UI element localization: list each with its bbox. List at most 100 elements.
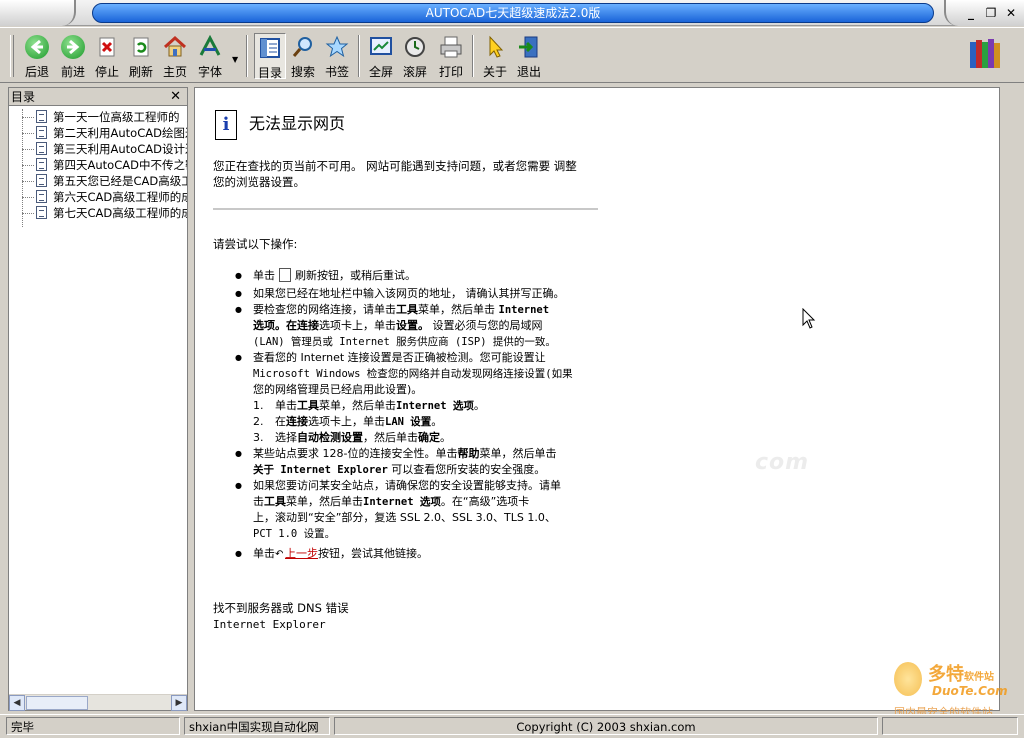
text: 选项卡上，单击 bbox=[308, 415, 385, 428]
toolbar-separator bbox=[472, 35, 474, 77]
stop-button[interactable]: 停止 bbox=[92, 33, 122, 79]
home-label: 主页 bbox=[162, 65, 187, 79]
contents-label: 目录 bbox=[257, 66, 282, 80]
forward-arrow-icon bbox=[61, 35, 85, 59]
list-item: 查看您的 Internet 连接设置是否正确被检测。您可能设置让 Microso… bbox=[235, 350, 605, 398]
intro-line: 您的浏览器设置。 bbox=[213, 175, 305, 189]
error-type: 找不到服务器或 DNS 错误 bbox=[213, 601, 349, 615]
contents-horizontal-scrollbar[interactable]: ◀ ▶ bbox=[9, 694, 187, 711]
browser-name: Internet Explorer bbox=[213, 618, 326, 631]
font-dropdown-chevron-icon[interactable]: ▼ bbox=[232, 55, 238, 64]
toolbar-grip[interactable] bbox=[10, 35, 14, 77]
contents-pane-close-button[interactable]: ✕ bbox=[170, 88, 181, 106]
tree-item-day3[interactable]: 第三天利用AutoCAD设计过 bbox=[9, 141, 187, 157]
text: 击 bbox=[253, 495, 264, 508]
back-button[interactable]: 后退 bbox=[20, 33, 54, 79]
watermark-url: DuoTe.Com bbox=[932, 684, 1008, 698]
contents-tree: 第一天一位高级工程师的 第二天利用AutoCAD绘图过 第三天利用AutoCAD… bbox=[9, 106, 187, 227]
text: Internet 选项 bbox=[363, 496, 441, 508]
stop-icon bbox=[95, 35, 119, 59]
text: 。 bbox=[440, 431, 451, 444]
fullscreen-button[interactable]: 全屏 bbox=[366, 33, 396, 79]
back-link[interactable]: 上一步 bbox=[285, 547, 318, 560]
text: 帮助 bbox=[457, 447, 480, 460]
books-logo-icon bbox=[968, 36, 1002, 70]
tree-item-day2[interactable]: 第二天利用AutoCAD绘图过 bbox=[9, 125, 187, 141]
suggestion-list: 单击 刷新按钮，或稍后重试。 如果您已经在地址栏中输入该网页的地址， 请确认其拼写… bbox=[235, 268, 605, 563]
minimize-button[interactable]: _ bbox=[962, 5, 980, 21]
back-label: 后退 bbox=[24, 65, 49, 79]
list-item: 某些站点要求 128-位的连接安全性。单击帮助菜单，然后单击 关于 Intern… bbox=[235, 446, 605, 478]
text: 单击 bbox=[253, 269, 275, 282]
title-bar: AUTOCAD七天超级速成法2.0版 _ ❐ ✕ bbox=[0, 0, 1024, 26]
exit-icon bbox=[517, 35, 541, 59]
scroll-button[interactable]: 滚屏 bbox=[400, 33, 430, 79]
tree-item-day5[interactable]: 第五天您已经是CAD高级工 bbox=[9, 173, 187, 189]
try-label: 请尝试以下操作: bbox=[213, 237, 298, 251]
text: 菜单，然后单击 bbox=[319, 399, 396, 412]
list-item: 如果您要访问某安全站点，请确保您的安全设置能够支持。请单 击工具菜单，然后单击I… bbox=[235, 478, 605, 542]
about-label: 关于 bbox=[482, 65, 507, 79]
intro-line: 您正在查找的页当前不可用。 网站可能遇到支持问题，或者您需要 调整 bbox=[213, 159, 577, 173]
text: 如果您已经在地址栏中输入该网页的地址， 请确认其拼写正确。 bbox=[253, 287, 565, 300]
refresh-icon bbox=[129, 35, 153, 59]
tree-item-day4[interactable]: 第四天AutoCAD中不传之密 bbox=[9, 157, 187, 173]
scrollbar-thumb[interactable] bbox=[26, 696, 88, 710]
document-icon bbox=[36, 190, 47, 203]
toolbar-separator bbox=[246, 35, 248, 77]
scroll-left-icon[interactable]: ◀ bbox=[9, 695, 25, 711]
text: 工具 bbox=[396, 303, 418, 316]
step-item: 3. 选择自动检测设置，然后单击确定。 bbox=[235, 430, 605, 446]
window-controls: _ ❐ ✕ bbox=[944, 0, 1024, 26]
text: 自动检测设置 bbox=[297, 431, 363, 444]
text: 工具 bbox=[297, 399, 319, 412]
tree-item-day7[interactable]: 第七天CAD高级工程师的成 bbox=[9, 205, 187, 221]
forward-button[interactable]: 前进 bbox=[56, 33, 90, 79]
close-window-button[interactable]: ✕ bbox=[1002, 5, 1020, 21]
text: Internet 选项 bbox=[396, 400, 474, 412]
print-button[interactable]: 打印 bbox=[436, 33, 466, 79]
restore-button[interactable]: ❐ bbox=[982, 5, 1000, 21]
content-pane: i 无法显示网页 您正在查找的页当前不可用。 网站可能遇到支持问题，或者您需要 … bbox=[194, 87, 1000, 711]
tree-item-day6[interactable]: 第六天CAD高级工程师的成 bbox=[9, 189, 187, 205]
refresh-button[interactable]: 刷新 bbox=[126, 33, 156, 79]
status-copyright: Copyright (C) 2003 shxian.com bbox=[334, 717, 878, 735]
fullscreen-icon bbox=[369, 35, 393, 59]
step-item: 1. 单击工具菜单，然后单击Internet 选项。 bbox=[235, 398, 605, 414]
scroll-right-icon[interactable]: ▶ bbox=[171, 695, 187, 711]
text: 。 bbox=[473, 399, 485, 412]
text: Internet bbox=[498, 304, 550, 316]
tree-item-label: 第二天利用AutoCAD绘图过 bbox=[53, 126, 187, 140]
font-button[interactable]: 字体 bbox=[194, 33, 226, 79]
contents-button[interactable]: 目录 bbox=[254, 33, 286, 80]
small-refresh-icon bbox=[279, 268, 291, 282]
bookmark-button[interactable]: 书签 bbox=[322, 33, 352, 79]
contents-pane-header: 目录 ✕ bbox=[9, 88, 187, 106]
tree-item-day1[interactable]: 第一天一位高级工程师的 bbox=[9, 109, 187, 125]
tree-item-label: 第六天CAD高级工程师的成 bbox=[53, 190, 187, 204]
status-extra bbox=[882, 717, 1018, 735]
center-watermark: com bbox=[755, 450, 810, 475]
info-icon: i bbox=[215, 110, 237, 140]
text: 查看您的 Internet 连接设置是否正确被检测。您可能设置让 bbox=[253, 351, 546, 364]
bookmark-label: 书签 bbox=[324, 65, 349, 79]
document-icon bbox=[36, 126, 47, 139]
exit-button[interactable]: 退出 bbox=[514, 33, 544, 79]
list-item: 单击↶上一步按钮，尝试其他链接。 bbox=[235, 546, 605, 563]
page-heading: 无法显示网页 bbox=[249, 114, 346, 133]
status-text: 完毕 bbox=[6, 717, 180, 735]
contents-icon bbox=[258, 36, 282, 60]
back-small-icon: ↶ bbox=[275, 549, 284, 560]
about-button[interactable]: 关于 bbox=[480, 33, 510, 79]
text: 某些站点要求 128-位的连接安全性。单击 bbox=[253, 447, 458, 460]
text: 设置必须与您的局域网 bbox=[429, 319, 543, 332]
search-button[interactable]: 搜索 bbox=[288, 33, 318, 79]
window-title: AUTOCAD七天超级速成法2.0版 bbox=[92, 3, 934, 23]
toolbar: 后退 前进 停止 刷新 主页 字体 ▼ 目录 搜索 书签 全屏 滚屏 打印 关于… bbox=[0, 27, 1024, 83]
divider bbox=[213, 208, 598, 210]
step-number: 2. bbox=[253, 415, 264, 428]
stop-label: 停止 bbox=[94, 65, 119, 79]
text: 连接 bbox=[286, 415, 308, 428]
tree-item-label: 第三天利用AutoCAD设计过 bbox=[53, 142, 187, 156]
home-button[interactable]: 主页 bbox=[160, 33, 190, 79]
